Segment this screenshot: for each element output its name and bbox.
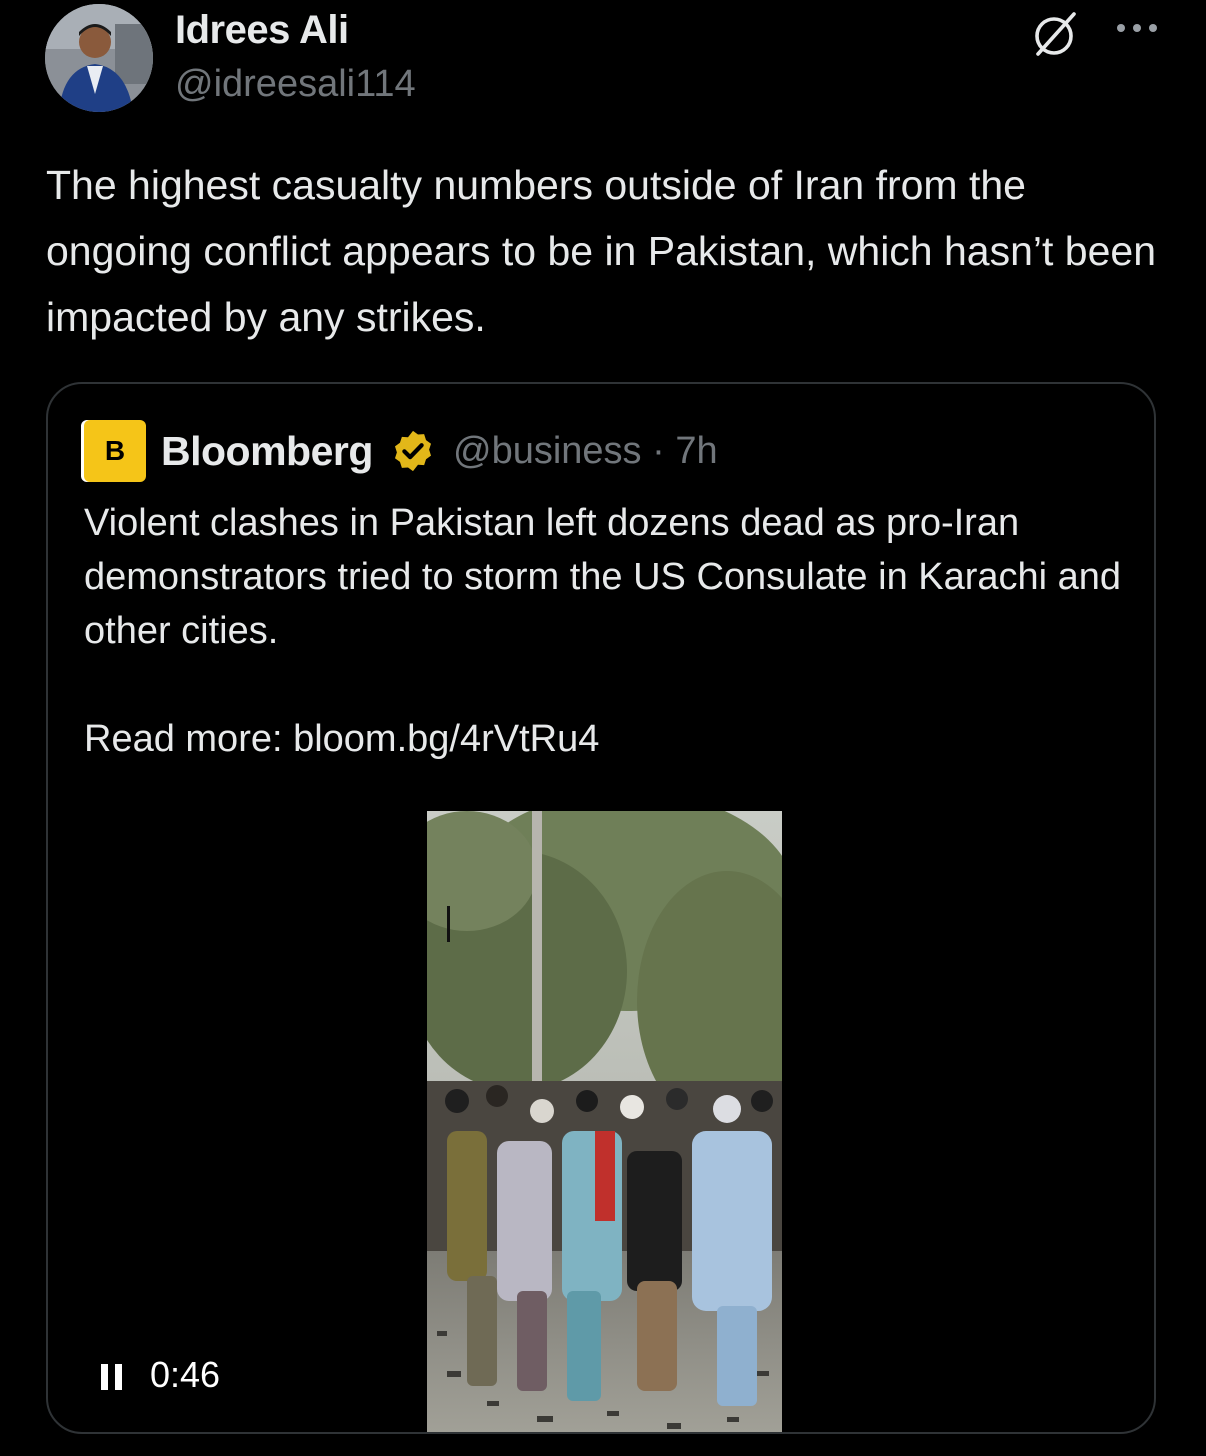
verified-gold-badge-icon: [394, 430, 432, 472]
author-handle[interactable]: @idreesali114: [175, 63, 416, 106]
quoted-tweet-text: Violent clashes in Pakistan left dozens …: [84, 502, 1122, 652]
pause-icon[interactable]: [99, 1362, 125, 1392]
video-time: 0:46: [150, 1354, 221, 1395]
bloomberg-logo-letter: B: [104, 435, 126, 466]
bloomberg-logo[interactable]: B: [84, 420, 146, 482]
quoted-tweet-card[interactable]: B Bloomberg @business · 7h Violent clash…: [46, 382, 1156, 1434]
video-player[interactable]: [427, 811, 782, 1432]
more-dots-icon[interactable]: [1114, 18, 1160, 38]
quoted-author-name[interactable]: Bloomberg: [161, 428, 373, 475]
tweet-text: The highest casualty numbers outside of …: [46, 162, 1157, 340]
avatar[interactable]: [45, 4, 153, 112]
avatar-photo: [45, 4, 153, 112]
video-frame: [427, 811, 782, 1432]
grok-slash-circle-icon[interactable]: [1030, 8, 1082, 60]
quoted-handle-time: @business · 7h: [453, 430, 718, 472]
author-name[interactable]: Idrees Ali: [175, 8, 349, 53]
read-more-link[interactable]: Read more: bloom.bg/4rVtRu4: [84, 712, 599, 766]
